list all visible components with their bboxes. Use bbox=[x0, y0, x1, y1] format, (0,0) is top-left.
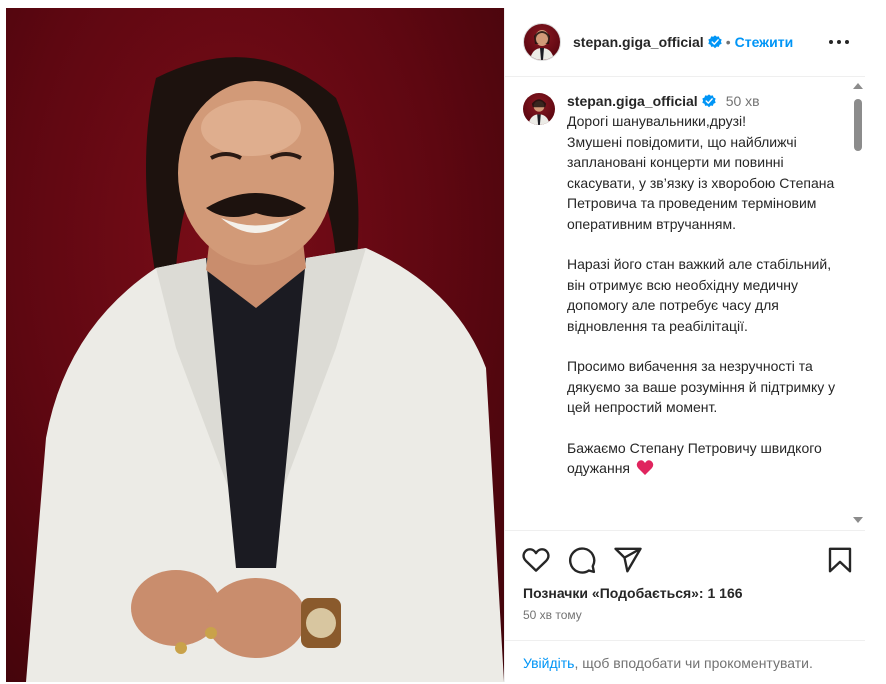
scroll-up-arrow[interactable] bbox=[853, 83, 863, 89]
like-heart-icon[interactable] bbox=[521, 545, 551, 575]
comment-icon[interactable] bbox=[567, 545, 597, 575]
post-timestamp[interactable]: 50 хв тому bbox=[523, 608, 582, 622]
caption-paragraph: Змушені повідомити, що найближчі заплано… bbox=[567, 133, 835, 232]
follow-button[interactable]: Стежити bbox=[735, 34, 794, 50]
caption-username[interactable]: stepan.giga_official bbox=[567, 91, 698, 112]
scroll-down-arrow[interactable] bbox=[853, 517, 863, 523]
caption-closing-text: Бажаємо Степану Петровичу швидкого одужа… bbox=[567, 439, 822, 477]
scrollbar-thumb[interactable] bbox=[854, 99, 862, 151]
login-prompt: Увійдіть, щоб вподобати чи прокоментуват… bbox=[505, 640, 865, 684]
comments-scrollbar[interactable] bbox=[851, 77, 865, 529]
action-bar bbox=[521, 545, 855, 575]
author-avatar[interactable] bbox=[523, 23, 561, 61]
caption-time: 50 хв bbox=[725, 92, 760, 109]
separator-dot: • bbox=[725, 34, 731, 50]
post-actions-area: Позначки «Подобається»: 1 166 50 хв тому… bbox=[505, 530, 865, 683]
verified-badge-icon bbox=[702, 94, 716, 108]
post-header: stepan.giga_official • Стежити bbox=[505, 8, 865, 77]
caption-closing: Бажаємо Степану Петровичу швидкого одужа… bbox=[567, 438, 837, 479]
post-details-panel: stepan.giga_official • Стежити stepan.gi… bbox=[504, 8, 865, 682]
caption-paragraph: Наразі його стан важкий але стабільний, … bbox=[567, 256, 832, 334]
comments-section[interactable]: stepan.giga_official 50 хв Дорогі шанува… bbox=[505, 77, 865, 529]
bookmark-icon[interactable] bbox=[825, 545, 855, 575]
more-options-icon[interactable] bbox=[827, 32, 851, 52]
post-caption: stepan.giga_official 50 хв Дорогі шанува… bbox=[523, 91, 843, 479]
portrait-illustration bbox=[26, 57, 504, 682]
author-username[interactable]: stepan.giga_official bbox=[573, 34, 704, 50]
login-link[interactable]: Увійдіть bbox=[523, 655, 574, 671]
red-heart-emoji-icon bbox=[636, 460, 654, 475]
likes-count[interactable]: Позначки «Подобається»: 1 166 bbox=[523, 585, 743, 601]
verified-badge-icon bbox=[708, 35, 722, 49]
share-icon[interactable] bbox=[613, 545, 643, 575]
login-prompt-text: , щоб вподобати чи прокоментувати. bbox=[574, 655, 813, 671]
post-photo[interactable] bbox=[6, 8, 504, 682]
caption-paragraph: Просимо вибачення за незручності та дяку… bbox=[567, 358, 836, 415]
post-dialog: stepan.giga_official • Стежити stepan.gi… bbox=[6, 8, 865, 682]
caption-avatar[interactable] bbox=[523, 93, 555, 125]
caption-greeting: Дорогі шанувальники,друзі! bbox=[567, 113, 746, 129]
